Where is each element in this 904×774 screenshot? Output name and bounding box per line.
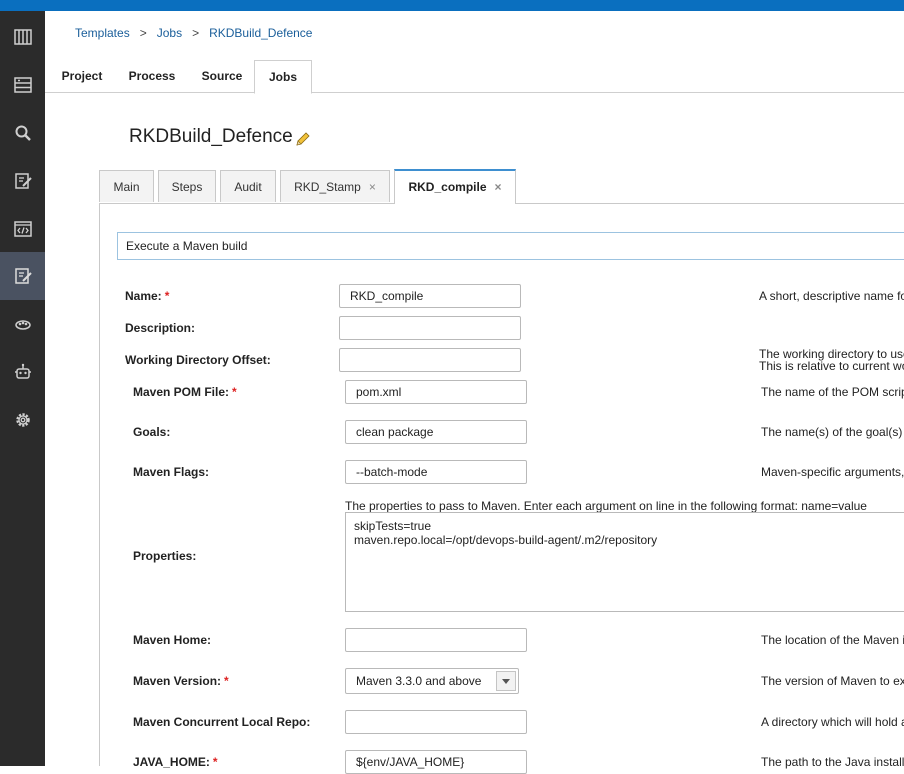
working-directory-label: Working Directory Offset: (125, 353, 271, 367)
breadcrumb-templates[interactable]: Templates (75, 26, 130, 40)
working-directory-input[interactable] (339, 348, 521, 372)
working-directory-help-line2: This is relative to current wo (759, 359, 904, 373)
name-help: A short, descriptive name fo (759, 289, 904, 303)
tab-jobs[interactable]: Jobs (254, 60, 312, 94)
required-marker: * (212, 755, 218, 769)
java-home-help: The path to the Java install (761, 755, 904, 769)
name-label-text: Name: (125, 289, 162, 303)
maven-version-selected-value: Maven 3.3.0 and above (356, 674, 482, 688)
maven-version-select[interactable]: Maven 3.3.0 and above (345, 668, 519, 694)
maven-version-label-text: Maven Version: (133, 674, 222, 688)
chevron-down-icon[interactable] (496, 671, 516, 691)
maven-flags-input[interactable]: --batch-mode (345, 460, 527, 484)
top-bar (0, 0, 904, 11)
goals-help: The name(s) of the goal(s) (761, 425, 903, 439)
tab-rkd-stamp[interactable]: RKD_Stamp × (280, 170, 390, 202)
search-icon (15, 125, 31, 141)
job-tab-bar: Main Steps Audit RKD_Stamp × RKD_compile × (99, 169, 904, 204)
tab-rkd-compile[interactable]: RKD_compile × (394, 169, 516, 204)
concurrent-repo-label: Maven Concurrent Local Repo: (133, 715, 311, 729)
page-title-row: RKDBuild_Defence (129, 126, 311, 148)
required-marker: * (164, 289, 170, 303)
properties-label: Properties: (133, 549, 197, 563)
cloud-group-icon (14, 320, 31, 330)
pom-file-label-text: Maven POM File: (133, 385, 230, 399)
sidebar-item-list[interactable] (0, 61, 45, 109)
maven-flags-label: Maven Flags: (133, 465, 210, 479)
sidebar-item-search[interactable] (0, 109, 45, 157)
pencil-icon[interactable] (295, 131, 311, 147)
properties-help: The properties to pass to Maven. Enter e… (345, 499, 867, 513)
list-icon (13, 77, 32, 93)
tab-main-label: Main (113, 180, 140, 194)
tab-project[interactable]: Project (53, 60, 111, 92)
sidebar-item-code[interactable] (0, 205, 45, 253)
sidebar-item-settings[interactable] (0, 396, 45, 444)
sidebar-item-templates[interactable] (0, 252, 45, 300)
java-home-label: JAVA_HOME: * (133, 755, 218, 769)
name-input[interactable]: RKD_compile (339, 284, 521, 308)
tab-rkd-stamp-label: RKD_Stamp (294, 180, 361, 194)
maven-version-help: The version of Maven to ex (761, 674, 904, 688)
breadcrumb-separator: > (192, 26, 200, 40)
tab-audit-label: Audit (234, 180, 262, 194)
tab-main[interactable]: Main (99, 170, 154, 202)
name-label: Name: * (125, 289, 169, 303)
description-input[interactable] (339, 316, 521, 340)
maven-version-label: Maven Version: * (133, 674, 229, 688)
concurrent-repo-input[interactable] (345, 710, 527, 734)
sidebar-item-edit[interactable] (0, 157, 45, 205)
breadcrumb-jobs[interactable]: Jobs (157, 26, 182, 40)
tab-steps[interactable]: Steps (158, 170, 216, 202)
tab-steps-label: Steps (171, 180, 203, 194)
required-marker: * (224, 674, 229, 688)
maven-home-help: The location of the Maven i (761, 633, 904, 647)
required-marker: * (232, 385, 237, 399)
goals-input[interactable]: clean package (345, 420, 527, 444)
java-home-input[interactable]: ${env/JAVA_HOME} (345, 750, 527, 774)
close-icon[interactable]: × (495, 180, 502, 194)
properties-textarea[interactable]: skipTests=true maven.repo.local=/opt/dev… (345, 512, 904, 612)
tab-source[interactable]: Source (193, 60, 251, 92)
tab-process[interactable]: Process (121, 60, 183, 92)
description-label: Description: (125, 321, 196, 335)
step-type-description: Execute a Maven build (117, 232, 904, 260)
sidebar-item-agents[interactable] (0, 348, 45, 396)
page-title: RKDBuild_Defence (129, 126, 293, 147)
pom-file-input[interactable]: pom.xml (345, 380, 527, 404)
pom-file-label: Maven POM File: * (133, 385, 237, 399)
maven-flags-help: Maven-specific arguments, (761, 465, 904, 479)
left-sidebar (0, 11, 45, 766)
sidebar-item-cloud[interactable] (0, 300, 45, 348)
pom-file-help: The name of the POM scrip (761, 385, 904, 399)
dashboard-icon (13, 29, 32, 45)
maven-home-input[interactable] (345, 628, 527, 652)
close-icon[interactable]: × (369, 180, 376, 194)
maven-home-label: Maven Home: (133, 633, 212, 647)
java-home-label-text: JAVA_HOME: (133, 755, 210, 769)
concurrent-repo-help: A directory which will hold a (761, 715, 904, 729)
code-icon (13, 221, 32, 237)
breadcrumb: Templates > Jobs > RKDBuild_Defence (75, 26, 312, 40)
tab-rkd-compile-label: RKD_compile (408, 180, 487, 194)
settings-gear-icon (15, 413, 30, 427)
project-tab-bar: Project Process Source Jobs (45, 60, 904, 94)
goals-label: Goals: (133, 425, 171, 439)
edit-document-icon (14, 173, 32, 189)
sidebar-item-dashboard[interactable] (0, 13, 45, 61)
tab-audit[interactable]: Audit (220, 170, 276, 202)
breadcrumb-separator: > (139, 26, 147, 40)
robot-agent-icon (14, 363, 31, 379)
breadcrumb-job-name[interactable]: RKDBuild_Defence (209, 26, 312, 40)
template-edit-icon (14, 268, 32, 284)
